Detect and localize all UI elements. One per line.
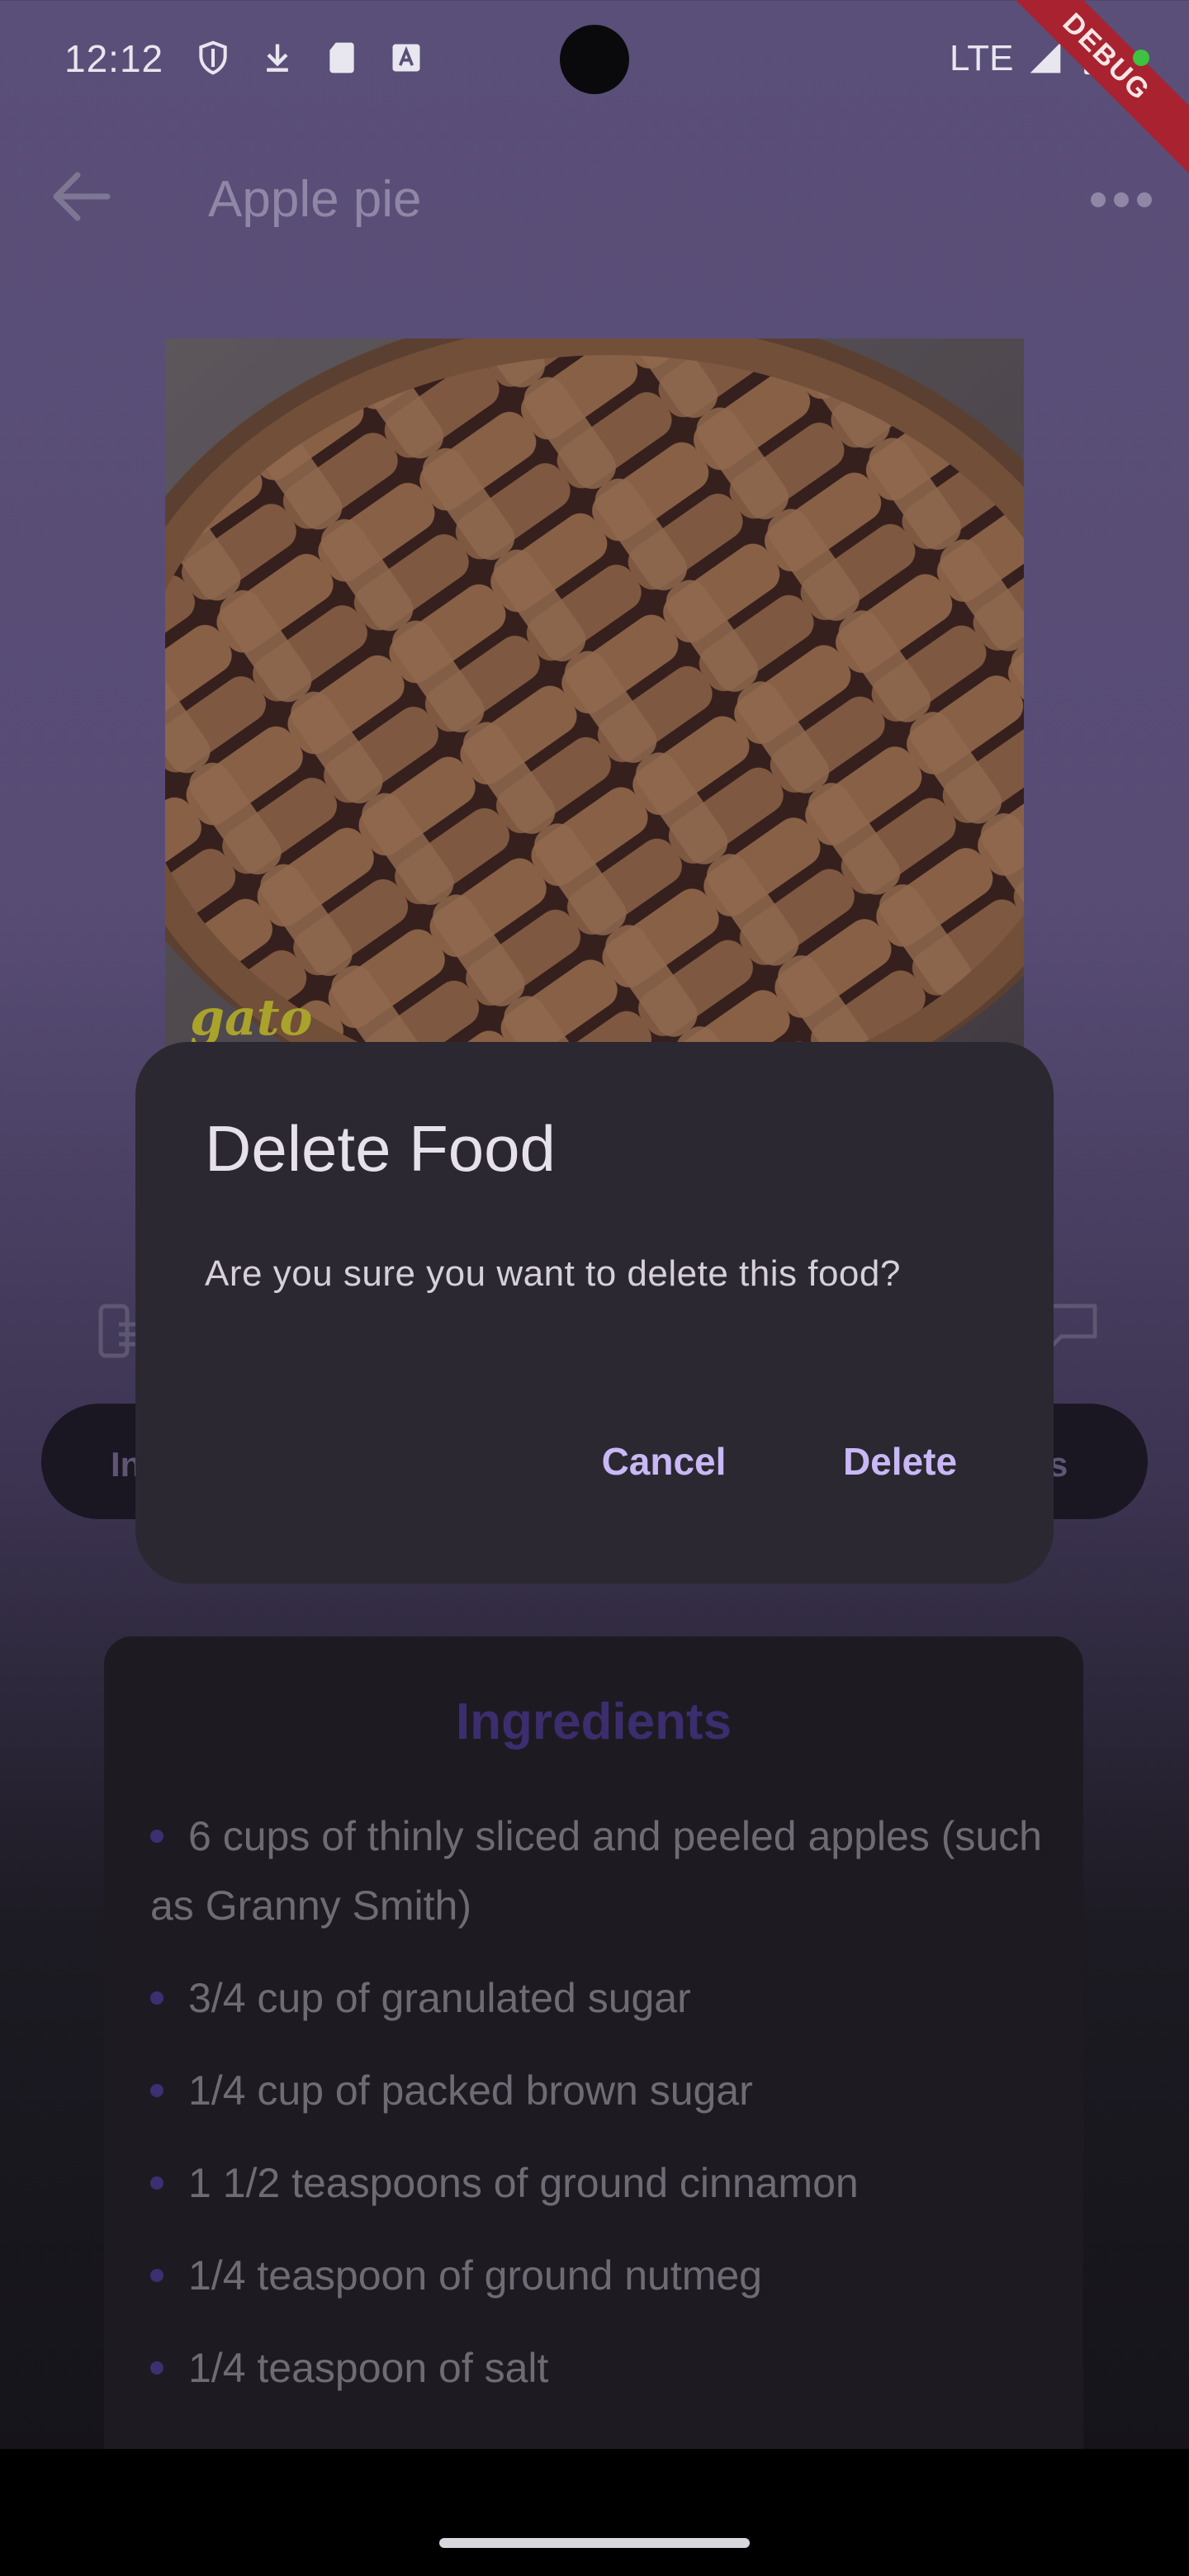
food-image: gato bbox=[165, 339, 1024, 1057]
camera-cutout bbox=[560, 25, 629, 94]
bullet-icon bbox=[150, 2361, 163, 2375]
list-item: 3/4 cup of granulated sugar bbox=[150, 1963, 1059, 2033]
status-time: 12:12 bbox=[64, 37, 164, 80]
ingredients-list: 6 cups of thinly sliced and peeled apple… bbox=[150, 1802, 1059, 2426]
sd-card-icon bbox=[329, 42, 354, 73]
notification-dot bbox=[1133, 50, 1149, 66]
text-a-icon bbox=[392, 44, 420, 72]
shield-icon bbox=[199, 40, 227, 75]
bullet-icon bbox=[150, 2268, 163, 2282]
app-bar: Apple pie bbox=[0, 124, 1189, 281]
apple-pie-photo bbox=[165, 339, 1024, 1057]
image-watermark: gato bbox=[190, 989, 313, 1047]
bullet-icon bbox=[150, 1829, 163, 1843]
ingredients-title: Ingredients bbox=[455, 1693, 732, 1750]
ingredient-text: 1/4 teaspoon of salt bbox=[188, 2345, 549, 2391]
download-icon bbox=[267, 44, 288, 72]
home-indicator[interactable] bbox=[439, 2538, 750, 2548]
more-options-icon[interactable] bbox=[1082, 175, 1161, 225]
list-item: 1 1/2 teaspoons of ground cinnamon bbox=[150, 2148, 1059, 2218]
dialog-title: Delete Food bbox=[205, 1112, 556, 1185]
list-item: 1/4 cup of packed brown sugar bbox=[150, 2056, 1059, 2125]
ingredient-text: 1/4 cup of packed brown sugar bbox=[188, 2067, 753, 2114]
bullet-icon bbox=[150, 1991, 163, 2005]
list-item: 1/4 teaspoon of ground nutmeg bbox=[150, 2241, 1059, 2310]
cancel-button[interactable]: Cancel bbox=[581, 1422, 746, 1501]
ingredient-text: 3/4 cup of granulated sugar bbox=[188, 1975, 691, 2021]
delete-button[interactable]: Delete bbox=[817, 1422, 983, 1501]
ingredient-text: 6 cups of thinly sliced and peeled apple… bbox=[150, 1813, 1042, 1929]
navigation-bar bbox=[0, 2449, 1189, 2576]
network-type: LTE bbox=[950, 38, 1014, 78]
list-item: 1/4 teaspoon of salt bbox=[150, 2333, 1059, 2403]
ingredient-text: 1/4 teaspoon of ground nutmeg bbox=[188, 2252, 762, 2299]
status-bar: 12:12 LTE DEBUG bbox=[0, 0, 1189, 173]
dialog-message: Are you sure you want to delete this foo… bbox=[205, 1253, 901, 1294]
bullet-icon bbox=[150, 2083, 163, 2097]
page-title: Apple pie bbox=[208, 171, 422, 228]
back-arrow-icon[interactable] bbox=[41, 157, 121, 236]
list-item: 6 cups of thinly sliced and peeled apple… bbox=[150, 1802, 1059, 1940]
ingredients-card: Ingredients 6 cups of thinly sliced and … bbox=[104, 1636, 1083, 2545]
bullet-icon bbox=[150, 2176, 163, 2190]
delete-food-dialog: Delete Food Are you sure you want to del… bbox=[135, 1042, 1054, 1584]
signal-icon bbox=[1030, 42, 1061, 73]
ingredient-text: 1 1/2 teaspoons of ground cinnamon bbox=[188, 2160, 859, 2206]
